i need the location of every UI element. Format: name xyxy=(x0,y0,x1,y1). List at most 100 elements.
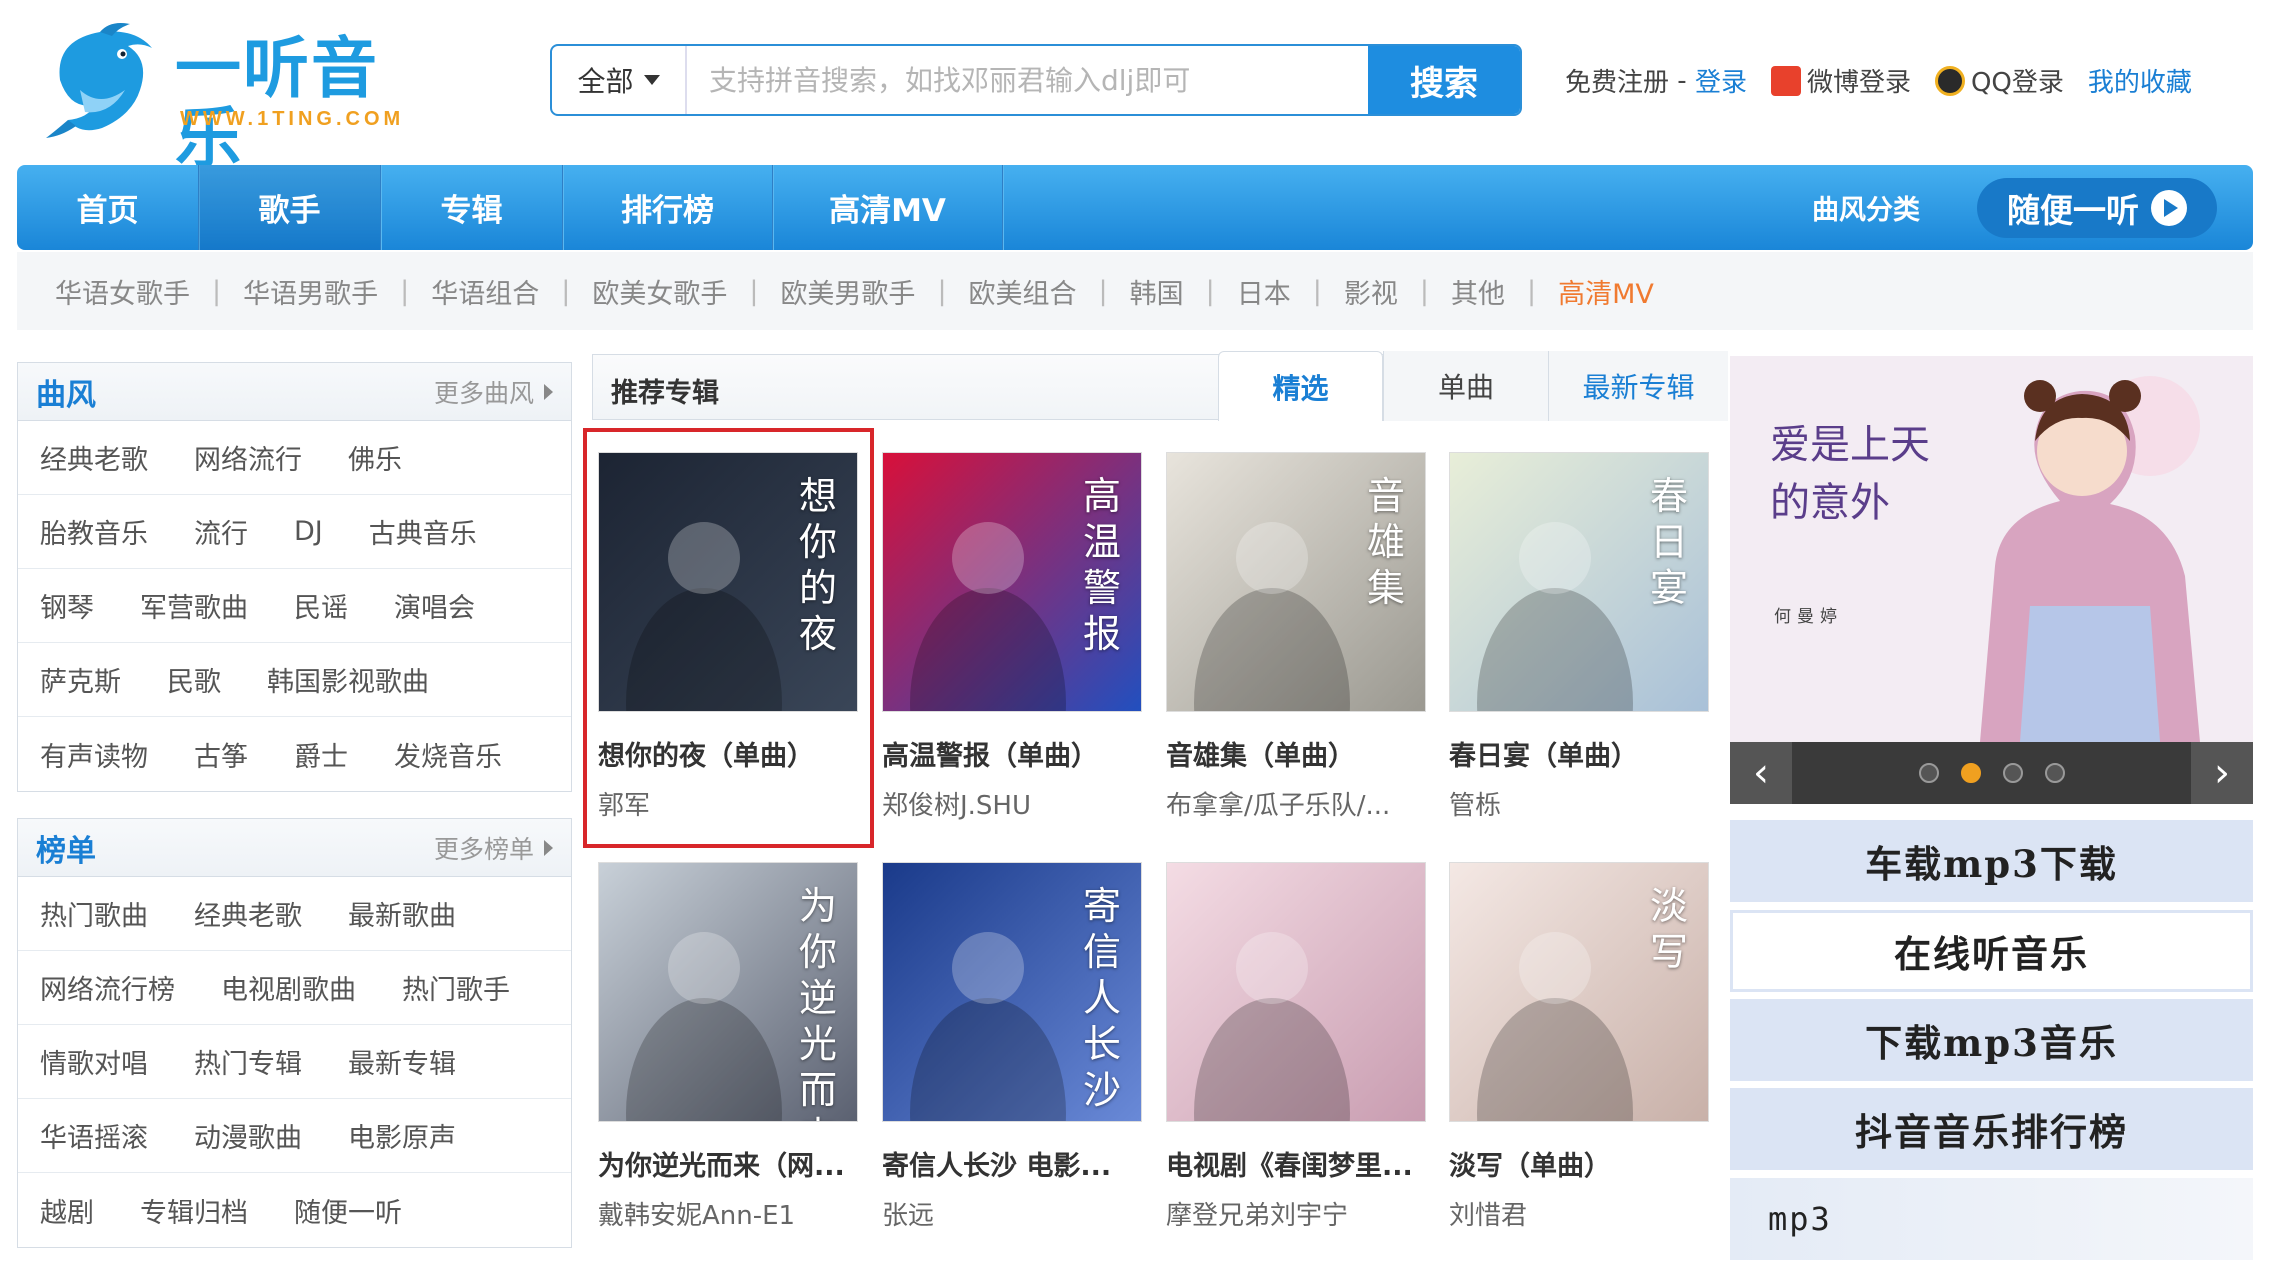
album-title[interactable]: 春日宴（单曲） xyxy=(1449,734,1714,773)
genre-link[interactable]: 韩国影视歌曲 xyxy=(267,660,429,699)
chart-link[interactable]: 网络流行榜 xyxy=(40,968,175,1007)
album-artist[interactable]: 张远 xyxy=(882,1195,1147,1232)
tab-featured[interactable]: 精选 xyxy=(1218,351,1383,421)
album-cover[interactable]: 高温警报 xyxy=(882,452,1142,712)
douyin-chart-button[interactable]: 抖音音乐排行榜 xyxy=(1730,1088,2253,1170)
chart-link[interactable]: 随便一听 xyxy=(294,1191,402,1230)
album-artist[interactable]: 戴韩安妮Ann-E1 xyxy=(598,1195,863,1232)
search-button[interactable]: 搜索 xyxy=(1368,46,1520,114)
subnav-item[interactable]: 日本 xyxy=(1237,272,1291,311)
nav-hd-mv[interactable]: 高清MV xyxy=(773,165,1003,250)
album-artist[interactable]: 郑俊树J.SHU xyxy=(882,785,1147,822)
prev-slide-button[interactable]: ‹ xyxy=(1730,742,1792,804)
genre-link[interactable]: 有声读物 xyxy=(40,735,148,774)
album-title[interactable]: 高温警报（单曲） xyxy=(882,734,1147,773)
album-cover[interactable] xyxy=(1166,862,1426,1122)
album-title[interactable]: 寄信人长沙 电影... xyxy=(882,1144,1147,1183)
album-card[interactable]: 高温警报高温警报（单曲） 郑俊树J.SHU xyxy=(882,452,1147,822)
nav-home[interactable]: 首页 xyxy=(17,165,199,250)
online-music-button[interactable]: 在线听音乐 xyxy=(1730,910,2253,992)
register-link[interactable]: 免费注册 xyxy=(1565,62,1669,99)
subnav-item[interactable]: 欧美女歌手 xyxy=(592,272,727,311)
genre-link[interactable]: 演唱会 xyxy=(394,586,475,625)
subnav-item[interactable]: 华语女歌手 xyxy=(55,272,190,311)
chart-link[interactable]: 热门歌曲 xyxy=(40,894,148,933)
subnav-item[interactable]: 其他 xyxy=(1451,272,1505,311)
subnav-item[interactable]: 韩国 xyxy=(1130,272,1184,311)
album-card[interactable]: 寄信人长沙寄信人长沙 电影... 张远 xyxy=(882,862,1147,1232)
subnav-item[interactable]: 高清MV xyxy=(1558,272,1654,311)
chart-link[interactable]: 最新专辑 xyxy=(348,1042,456,1081)
chart-link[interactable]: 热门歌手 xyxy=(402,968,510,1007)
chart-link[interactable]: 最新歌曲 xyxy=(348,894,456,933)
album-title[interactable]: 为你逆光而来（网... xyxy=(598,1144,863,1183)
genre-link[interactable]: 民谣 xyxy=(294,586,348,625)
genre-link[interactable]: 钢琴 xyxy=(40,586,94,625)
album-card[interactable]: 淡写淡写（单曲） 刘惜君 xyxy=(1449,862,1714,1232)
login-link[interactable]: 登录 xyxy=(1695,62,1747,99)
album-card[interactable]: 为你逆光而来为你逆光而来（网... 戴韩安妮Ann-E1 xyxy=(598,862,863,1232)
chart-link[interactable]: 专辑归档 xyxy=(140,1191,248,1230)
album-cover[interactable]: 淡写 xyxy=(1449,862,1709,1122)
subnav-item[interactable]: 欧美组合 xyxy=(969,272,1077,311)
genre-link[interactable]: 军营歌曲 xyxy=(140,586,248,625)
album-card[interactable]: 春日宴春日宴（单曲） 管栎 xyxy=(1449,452,1714,822)
chart-link[interactable]: 动漫歌曲 xyxy=(194,1116,302,1155)
chart-link[interactable]: 经典老歌 xyxy=(194,894,302,933)
qq-login-link[interactable]: QQ登录 xyxy=(1971,62,2064,99)
genre-link[interactable]: 胎教音乐 xyxy=(40,512,148,551)
subnav-item[interactable]: 欧美男歌手 xyxy=(780,272,915,311)
album-title[interactable]: 音雄集（单曲） xyxy=(1166,734,1431,773)
slide-dot[interactable] xyxy=(1960,763,1981,783)
genre-link[interactable]: 经典老歌 xyxy=(40,438,148,477)
chart-link[interactable]: 电影原声 xyxy=(348,1116,456,1155)
genre-link[interactable]: 民歌 xyxy=(167,660,221,699)
chart-link[interactable]: 电视剧歌曲 xyxy=(221,968,356,1007)
album-artist[interactable]: 摩登兄弟刘宇宁 xyxy=(1166,1195,1431,1232)
promo-banner[interactable]: 爱是上天的意外 何曼婷 ‹ › xyxy=(1730,356,2253,804)
genre-link[interactable]: 网络流行 xyxy=(194,438,302,477)
genre-link[interactable]: 古筝 xyxy=(194,735,248,774)
subnav-item[interactable]: 华语男歌手 xyxy=(243,272,378,311)
tab-singles[interactable]: 单曲 xyxy=(1383,351,1548,421)
genre-category-link[interactable]: 曲风分类 xyxy=(1812,165,1920,250)
site-logo[interactable]: 一听音乐 WWW.1TING.COM xyxy=(40,20,410,174)
random-listen-button[interactable]: 随便一听 xyxy=(1977,178,2217,238)
subnav-item[interactable]: 华语组合 xyxy=(431,272,539,311)
more-genres-link[interactable]: 更多曲风 xyxy=(434,374,553,410)
chart-link[interactable]: 越剧 xyxy=(40,1191,94,1230)
album-artist[interactable]: 管栎 xyxy=(1449,785,1714,822)
genre-link[interactable]: 发烧音乐 xyxy=(394,735,502,774)
mp3-button[interactable]: mp3 xyxy=(1730,1178,2253,1260)
album-cover[interactable]: 寄信人长沙 xyxy=(882,862,1142,1122)
car-mp3-download-button[interactable]: 车载mp3下载 xyxy=(1730,820,2253,902)
album-cover[interactable]: 音雄集 xyxy=(1166,452,1426,712)
genre-link[interactable]: 佛乐 xyxy=(348,438,402,477)
mp3-download-button[interactable]: 下载mp3音乐 xyxy=(1730,999,2253,1081)
genre-link[interactable]: 爵士 xyxy=(294,735,348,774)
tab-latest-albums[interactable]: 最新专辑 xyxy=(1548,351,1728,421)
chart-link[interactable]: 情歌对唱 xyxy=(40,1042,148,1081)
favorites-link[interactable]: 我的收藏 xyxy=(2088,62,2192,99)
weibo-login-link[interactable]: 微博登录 xyxy=(1807,62,1911,99)
nav-charts[interactable]: 排行榜 xyxy=(563,165,773,250)
album-title[interactable]: 淡写（单曲） xyxy=(1449,1144,1714,1183)
more-charts-link[interactable]: 更多榜单 xyxy=(434,830,553,866)
album-artist[interactable]: 刘惜君 xyxy=(1449,1195,1714,1232)
chart-link[interactable]: 热门专辑 xyxy=(194,1042,302,1081)
search-input[interactable] xyxy=(687,46,1368,114)
genre-link[interactable]: 萨克斯 xyxy=(40,660,121,699)
album-cover[interactable]: 春日宴 xyxy=(1449,452,1709,712)
album-card[interactable]: 电视剧《春闺梦里... 摩登兄弟刘宇宁 xyxy=(1166,862,1431,1232)
genre-link[interactable]: 古典音乐 xyxy=(369,512,477,551)
search-category-select[interactable]: 全部 xyxy=(552,46,687,114)
nav-albums[interactable]: 专辑 xyxy=(381,165,563,250)
slide-dot[interactable] xyxy=(1918,763,1939,783)
next-slide-button[interactable]: › xyxy=(2191,742,2253,804)
subnav-item[interactable]: 影视 xyxy=(1344,272,1398,311)
nav-singers[interactable]: 歌手 xyxy=(199,165,381,250)
genre-link[interactable]: DJ xyxy=(294,516,323,547)
album-card[interactable]: 音雄集 音雄集（单曲） 布拿拿/瓜子乐队/... xyxy=(1166,452,1431,822)
genre-link[interactable]: 流行 xyxy=(194,512,248,551)
album-title[interactable]: 电视剧《春闺梦里... xyxy=(1166,1144,1431,1183)
